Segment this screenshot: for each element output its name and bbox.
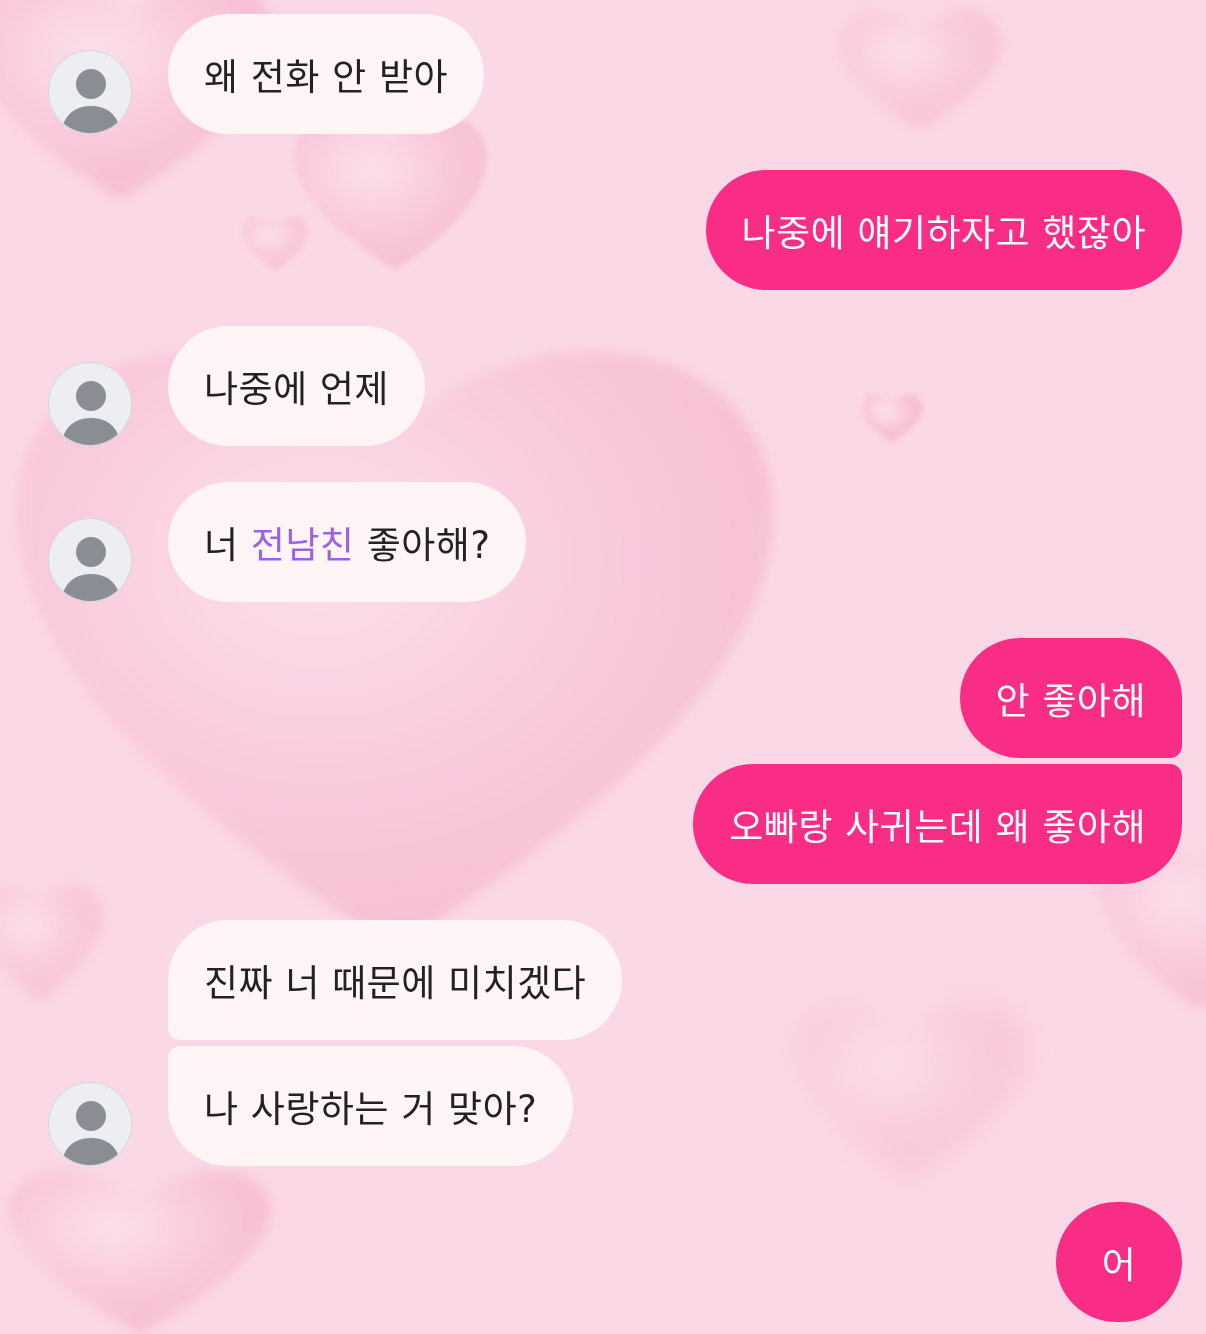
message-bubble-received[interactable]: 진짜 너 때문에 미치겠다 [168, 920, 623, 1040]
person-icon [61, 1101, 121, 1165]
avatar[interactable] [48, 50, 132, 134]
message-text-post: 좋아해? [354, 524, 491, 567]
message-bubble-sent[interactable]: 안 좋아해 [959, 638, 1182, 758]
message-text-pre: 너 [204, 524, 251, 567]
message-bubble-sent[interactable]: 오빠랑 사귀는데 왜 좋아해 [693, 764, 1182, 884]
message-bubble-received[interactable]: 나중에 언제 [168, 326, 425, 446]
chat-thread[interactable]: 왜 전화 안 받아 나중에 얘기하자고 했잖아 나중에 언제 너 전남친 좋아해… [0, 0, 1206, 1334]
message-bubble-sent[interactable]: 어 [1056, 1202, 1182, 1322]
message-text: 오빠랑 사귀는데 왜 좋아해 [729, 806, 1146, 849]
message-text: 안 좋아해 [995, 680, 1146, 723]
message-text: 너 전남친 좋아해? [204, 515, 490, 569]
person-icon [61, 69, 121, 133]
message-text: 나 사랑하는 거 맞아? [204, 1088, 538, 1131]
person-icon [61, 381, 121, 445]
message-bubble-received[interactable]: 너 전남친 좋아해? [168, 482, 527, 602]
message-bubble-received[interactable]: 왜 전화 안 받아 [168, 14, 485, 134]
message-text: 진짜 너 때문에 미치겠다 [204, 962, 587, 1005]
message-text: 왜 전화 안 받아 [204, 56, 449, 99]
avatar[interactable] [48, 518, 132, 602]
message-text: 나중에 얘기하자고 했잖아 [741, 212, 1146, 255]
highlighted-word-link[interactable]: 전남친 [251, 524, 355, 567]
message-bubble-sent[interactable]: 나중에 얘기하자고 했잖아 [705, 170, 1182, 290]
avatar[interactable] [48, 362, 132, 446]
message-text: 나중에 언제 [204, 368, 389, 411]
message-bubble-received[interactable]: 나 사랑하는 거 맞아? [168, 1046, 574, 1166]
person-icon [61, 537, 121, 601]
message-text: 어 [1101, 1244, 1137, 1287]
avatar[interactable] [48, 1082, 132, 1166]
